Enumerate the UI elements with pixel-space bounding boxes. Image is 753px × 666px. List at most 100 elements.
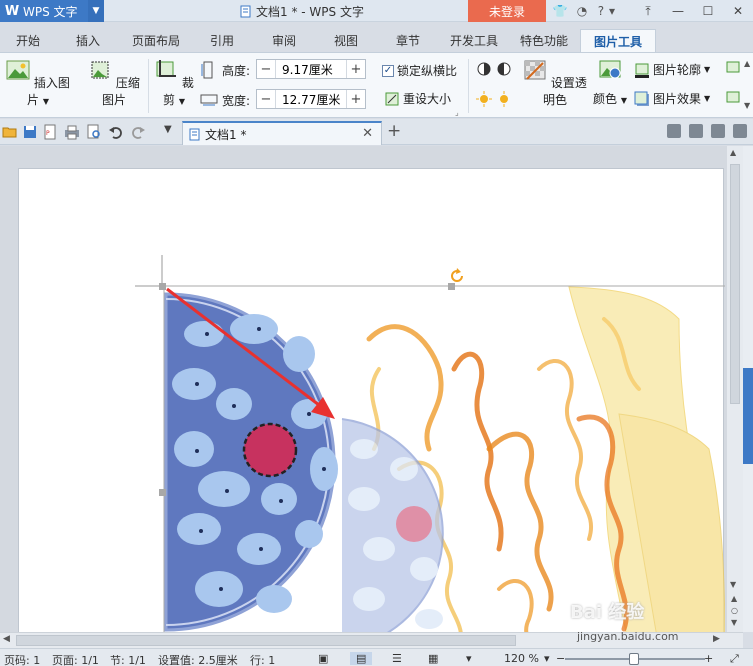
- scroll-down-icon[interactable]: ▼: [730, 580, 736, 589]
- close-tab-icon[interactable]: ✕: [362, 126, 373, 141]
- document-page[interactable]: [18, 168, 726, 632]
- scroll-left-icon[interactable]: ◀: [3, 634, 10, 644]
- next-page-icon[interactable]: ▼: [731, 618, 737, 627]
- ribbon-tabs: 开始 插入 页面布局 引用 审阅 视图 章节 开发工具 特色功能 图片工具: [0, 29, 753, 52]
- status-bar: 页码: 1 页面: 1/1 节: 1/1 设置值: 2.5厘米 行: 1 ▣ ▤…: [0, 648, 753, 666]
- height-stepper[interactable]: − +: [256, 59, 366, 79]
- minimize-icon[interactable]: —: [663, 0, 693, 22]
- tool-icon-4[interactable]: [733, 124, 747, 138]
- height-input[interactable]: [275, 60, 347, 78]
- zoom-slider-knob[interactable]: [629, 653, 639, 665]
- horizontal-scroll-thumb[interactable]: [16, 635, 516, 646]
- ribbon-scroll-up-icon[interactable]: ▲: [744, 59, 750, 68]
- width-input[interactable]: [275, 90, 347, 108]
- height-increase-button[interactable]: +: [347, 60, 365, 78]
- tool-icon-2[interactable]: [689, 124, 703, 138]
- height-decrease-button[interactable]: −: [257, 60, 275, 78]
- ribbon-scroll-down-icon[interactable]: ▼: [744, 101, 750, 110]
- resize-handle-top-left: [159, 283, 166, 290]
- width-increase-button[interactable]: +: [347, 90, 365, 108]
- feedback-icon[interactable]: ◔: [571, 0, 593, 22]
- redo-icon[interactable]: [130, 124, 146, 140]
- contrast-icon[interactable]: [476, 61, 516, 77]
- new-tab-icon[interactable]: +: [387, 121, 401, 141]
- document-tab[interactable]: 文档1 * ✕: [182, 121, 382, 145]
- document-icon: [240, 5, 251, 18]
- color-button[interactable]: 颜色 ▼: [592, 59, 628, 107]
- picture-effect-icon: [634, 91, 649, 106]
- ribbon-overflow[interactable]: [724, 57, 744, 113]
- crop-button[interactable]: 裁剪 ▼: [154, 59, 194, 108]
- fullscreen-view-icon[interactable]: ▣: [318, 652, 328, 665]
- app-name: WPS 文字: [23, 4, 78, 19]
- inserted-picture[interactable]: [19, 169, 726, 632]
- help-icon[interactable]: ? ▾: [593, 0, 615, 22]
- tab-picture-tools[interactable]: 图片工具: [580, 29, 656, 52]
- skin-icon[interactable]: 👕: [549, 0, 571, 22]
- insert-picture-button[interactable]: 插入图片 ▼: [6, 59, 70, 108]
- dialog-launcher-icon[interactable]: ⌟: [455, 108, 459, 117]
- yellow-ribbon: [568, 286, 726, 632]
- scroll-right-icon[interactable]: ▶: [713, 634, 720, 644]
- picture-outline-button[interactable]: 图片轮廓 ▼: [634, 61, 710, 78]
- maximize-icon[interactable]: ☐: [693, 0, 723, 22]
- chevron-down-icon: ▼: [704, 94, 711, 103]
- tab-page-layout[interactable]: 页面布局: [126, 29, 186, 52]
- outline-view-icon[interactable]: ☰: [392, 652, 402, 665]
- pin-icon[interactable]: ⤒: [633, 0, 663, 22]
- chevron-down-icon: ▼: [620, 96, 627, 105]
- tool-icon-1[interactable]: [667, 124, 681, 138]
- tab-chapter[interactable]: 章节: [386, 29, 430, 52]
- print-preview-icon[interactable]: [86, 124, 102, 140]
- prev-page-icon[interactable]: ▲: [731, 594, 737, 603]
- picture-color-icon: [599, 60, 621, 79]
- side-panel-toggle[interactable]: [743, 368, 753, 464]
- tab-developer[interactable]: 开发工具: [444, 29, 504, 52]
- tool-icon-3[interactable]: [711, 124, 725, 138]
- width-decrease-button[interactable]: −: [257, 90, 275, 108]
- watermark-text: Bai 经验: [570, 602, 645, 623]
- tab-insert[interactable]: 插入: [66, 29, 110, 52]
- picture-effect-button[interactable]: 图片效果 ▼: [634, 90, 710, 107]
- wps-logo-icon: W: [4, 3, 20, 19]
- rotate-handle-icon: [451, 268, 463, 282]
- app-menu-dropdown-icon[interactable]: ▼: [88, 0, 104, 22]
- page-view-icon[interactable]: ▤: [350, 652, 373, 665]
- width-icon: [200, 94, 218, 106]
- zoom-out-icon[interactable]: −: [556, 652, 565, 665]
- reading-view-icon[interactable]: ▾: [466, 652, 472, 665]
- width-stepper[interactable]: − +: [256, 89, 366, 109]
- crop-icon: [156, 60, 177, 77]
- lock-ratio-checkbox[interactable]: ✓ 锁定纵横比: [382, 62, 457, 79]
- width-label: 宽度:: [222, 94, 251, 108]
- tab-references[interactable]: 引用: [200, 29, 244, 52]
- set-transparent-button[interactable]: 设置透明色: [522, 59, 588, 108]
- vertical-scroll-thumb[interactable]: [730, 164, 740, 404]
- checkmark-icon: ✓: [382, 64, 394, 77]
- vertical-scrollbar[interactable]: ▲ ▼ ▲ ○ ▼: [727, 146, 743, 632]
- login-button[interactable]: 未登录: [468, 0, 546, 22]
- zoom-in-icon[interactable]: +: [704, 652, 713, 665]
- tab-special[interactable]: 特色功能: [514, 29, 574, 52]
- tab-home[interactable]: 开始: [6, 29, 50, 52]
- height-label: 高度:: [222, 64, 251, 78]
- quick-access-dropdown-icon[interactable]: ▼: [164, 124, 172, 135]
- zoom-dropdown-icon[interactable]: ▾: [544, 652, 550, 665]
- open-icon[interactable]: [2, 124, 18, 140]
- scroll-up-icon[interactable]: ▲: [730, 148, 736, 157]
- select-browse-icon[interactable]: ○: [731, 606, 738, 615]
- compress-picture-button[interactable]: 压缩图片: [86, 59, 142, 108]
- fit-width-icon[interactable]: ⤢: [730, 652, 739, 666]
- tab-view[interactable]: 视图: [324, 29, 368, 52]
- tab-review[interactable]: 审阅: [262, 29, 306, 52]
- web-view-icon[interactable]: ▦: [428, 652, 438, 665]
- close-icon[interactable]: ✕: [723, 0, 753, 22]
- svg-text:P: P: [46, 130, 50, 137]
- save-icon[interactable]: [22, 124, 38, 140]
- undo-icon[interactable]: [108, 124, 124, 140]
- reset-size-button[interactable]: 重设大小: [384, 90, 451, 107]
- app-menu-button[interactable]: W WPS 文字 ▼: [0, 0, 104, 22]
- print-icon[interactable]: [64, 124, 80, 140]
- brightness-icon[interactable]: [476, 91, 516, 107]
- export-pdf-icon[interactable]: P: [42, 124, 58, 140]
